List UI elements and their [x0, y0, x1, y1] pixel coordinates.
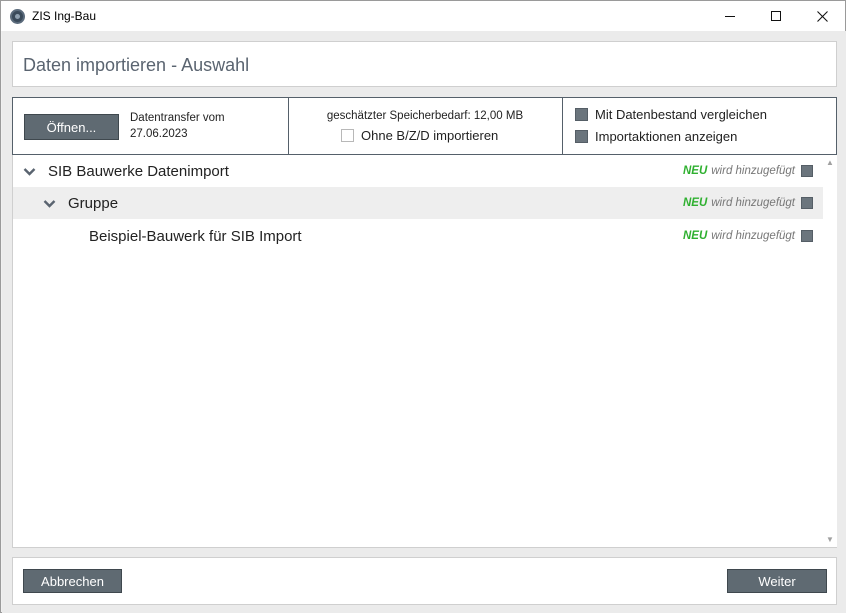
next-button[interactable]: Weiter [727, 569, 827, 593]
cancel-button[interactable]: Abbrechen [23, 569, 122, 593]
open-button[interactable]: Öffnen... [24, 114, 119, 140]
import-tree: SIB Bauwerke Datenimport NEU wird hinzuge… [12, 155, 837, 548]
close-icon [816, 10, 828, 22]
show-actions-label[interactable]: Importaktionen anzeigen [595, 129, 737, 144]
tree-row[interactable]: Gruppe NEU wird hinzugefügt [13, 187, 823, 219]
maximize-icon [771, 11, 781, 21]
window-title: ZIS Ing-Bau [32, 9, 97, 23]
status-text: NEU wird hinzugefügt [683, 165, 795, 177]
header-panel: Daten importieren - Auswahl [12, 41, 837, 87]
scroll-up-icon[interactable]: ▲ [826, 158, 834, 167]
show-actions-checkbox[interactable] [575, 130, 588, 143]
row-checkbox[interactable] [801, 165, 813, 177]
toolbar-divider [562, 98, 563, 154]
transfer-date: 27.06.2023 [130, 128, 188, 140]
tree-row-label: SIB Bauwerke Datenimport [48, 163, 229, 180]
app-logo-icon [10, 9, 25, 24]
ohne-bzd-label[interactable]: Ohne B/Z/D importieren [361, 128, 498, 143]
row-checkbox[interactable] [801, 197, 813, 209]
transfer-label: Datentransfer vom [130, 112, 225, 124]
new-badge: NEU [682, 230, 708, 242]
close-button[interactable] [799, 1, 845, 31]
scroll-down-icon[interactable]: ▼ [826, 535, 834, 544]
minimize-icon [725, 15, 735, 17]
status-label: wird hinzugefügt [711, 230, 795, 242]
tree-row-label: Beispiel-Bauwerk für SIB Import [89, 228, 302, 245]
new-badge: NEU [682, 197, 708, 209]
compare-data-label[interactable]: Mit Datenbestand vergleichen [595, 107, 767, 122]
status-text: NEU wird hinzugefügt [683, 230, 795, 242]
ohne-bzd-checkbox[interactable] [341, 129, 354, 142]
import-toolbar: Öffnen... Datentransfer vom 27.06.2023 g… [12, 97, 837, 155]
tree-row[interactable]: Beispiel-Bauwerk für SIB Import NEU wird … [13, 220, 823, 252]
app-window: ZIS Ing-Bau Daten importieren - Auswahl … [0, 0, 846, 613]
storage-estimate: geschätzter Speicherbedarf: 12,00 MB [326, 110, 524, 122]
footer-panel: Abbrechen Weiter [12, 557, 837, 605]
minimize-button[interactable] [707, 1, 753, 31]
chevron-down-icon[interactable] [23, 165, 37, 179]
status-label: wird hinzugefügt [711, 165, 795, 177]
tree-row-label: Gruppe [68, 195, 119, 212]
row-checkbox[interactable] [801, 230, 813, 242]
tree-row[interactable]: SIB Bauwerke Datenimport NEU wird hinzuge… [13, 155, 823, 187]
new-badge: NEU [682, 165, 708, 177]
toolbar-divider [288, 98, 289, 154]
maximize-button[interactable] [753, 1, 799, 31]
status-label: wird hinzugefügt [711, 197, 795, 209]
title-bar[interactable]: ZIS Ing-Bau [1, 1, 845, 31]
chevron-down-icon[interactable] [43, 197, 57, 211]
dialog-content: Daten importieren - Auswahl Öffnen... Da… [2, 31, 846, 613]
compare-data-checkbox[interactable] [575, 108, 588, 121]
status-text: NEU wird hinzugefügt [683, 197, 795, 209]
vertical-scrollbar[interactable]: ▲ ▼ [823, 155, 837, 547]
page-title: Daten importieren - Auswahl [23, 55, 250, 75]
